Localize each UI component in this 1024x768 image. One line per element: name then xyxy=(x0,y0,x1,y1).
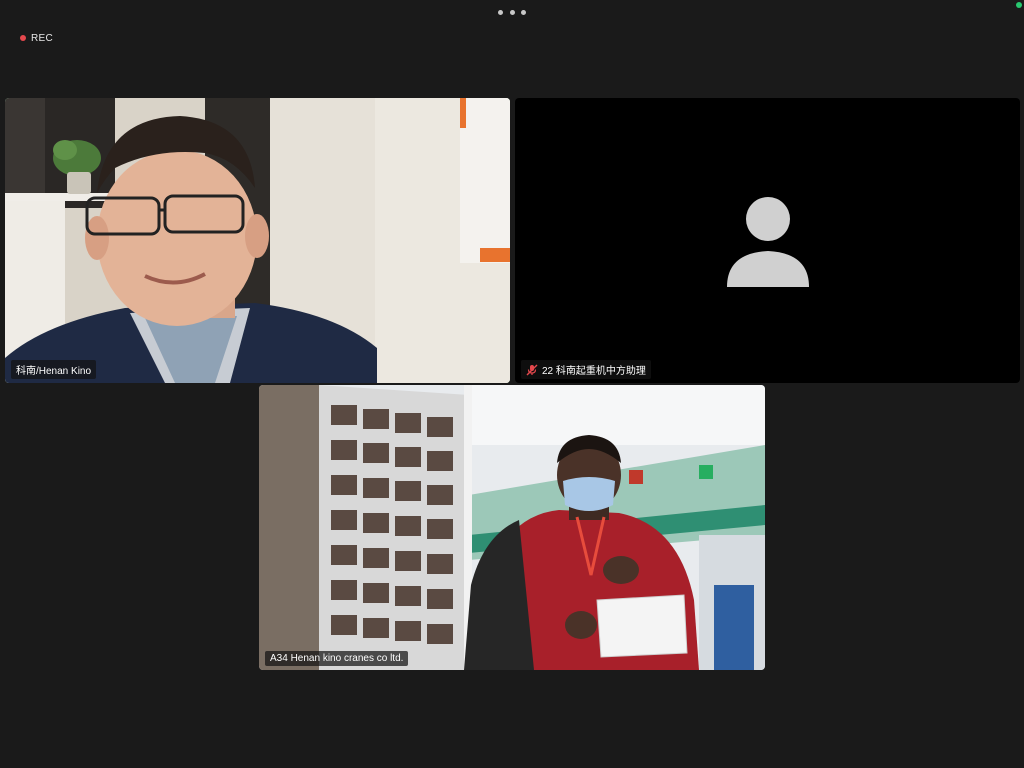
recording-label: REC xyxy=(31,32,54,44)
more-dot-icon xyxy=(509,9,515,15)
mic-muted-icon xyxy=(526,364,538,375)
more-dot-icon xyxy=(498,9,503,15)
more-options-button[interactable] xyxy=(498,6,526,18)
participant-name: A34 Henan kino cranes co ltd. xyxy=(270,653,404,664)
participant-name-label: A34 Henan kino cranes co ltd. xyxy=(265,651,409,666)
participant-tile-henan-kino[interactable]: 科南/Henan Kino xyxy=(5,98,510,383)
more-dot-icon xyxy=(521,9,526,15)
participant-name-label: 22 科南起重机中方助理 xyxy=(521,360,651,379)
participant-video xyxy=(259,385,765,670)
video-frame xyxy=(5,98,510,383)
connection-status-icon xyxy=(1016,2,1022,8)
user-silhouette-icon xyxy=(726,196,809,287)
participant-name-label: 科南/Henan Kino xyxy=(11,360,97,379)
meeting-stage: REC 科南/Henan Kino 22 科南起重机中方助理 A34 Henan… xyxy=(0,0,1024,768)
participant-name: 22 科南起重机中方助理 xyxy=(542,366,646,377)
participant-name: 科南/Henan Kino xyxy=(16,366,92,377)
recording-dot-icon xyxy=(20,35,26,41)
participant-tile-a34-henan-kino-cranes[interactable]: A34 Henan kino cranes co ltd. xyxy=(259,385,765,670)
participant-video xyxy=(5,98,510,383)
recording-indicator[interactable]: REC xyxy=(20,32,53,44)
video-frame xyxy=(259,385,765,670)
participant-tile-assistant[interactable]: 22 科南起重机中方助理 xyxy=(515,98,1020,383)
